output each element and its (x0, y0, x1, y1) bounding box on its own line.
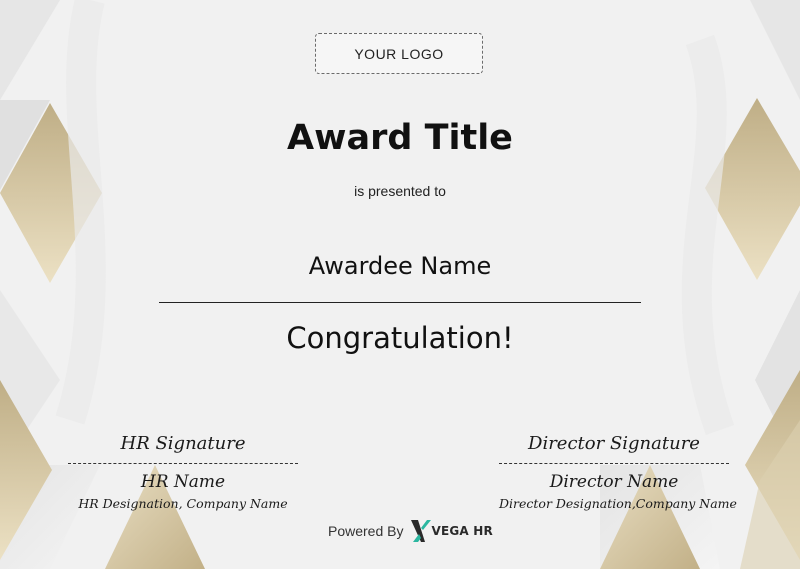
director-signature-label: Director Signature (528, 433, 700, 454)
director-signature-line (499, 463, 729, 464)
award-title: Award Title (287, 118, 513, 158)
presented-to-text: is presented to (354, 183, 446, 199)
powered-by-footer[interactable]: Powered By VEGA HR (328, 518, 493, 544)
certificate: YOUR LOGO Award Title is presented to Aw… (0, 0, 800, 569)
awardee-name: Awardee Name (308, 252, 492, 280)
director-signature-block: Director Signature Director Name Directo… (499, 433, 737, 511)
awardee-underline (159, 302, 641, 303)
hr-signature-line (68, 463, 298, 464)
hr-designation: HR Designation, Company Name (78, 496, 288, 511)
grey-panel (750, 0, 800, 100)
congratulation-text: Congratulation! (286, 321, 514, 355)
vega-hr-wordmark: VEGA HR (431, 524, 493, 538)
vega-hr-logo[interactable]: VEGA HR (409, 518, 493, 544)
director-name: Director Name (549, 472, 679, 492)
director-designation: Director Designation,Company Name (499, 496, 737, 511)
logo-placeholder: YOUR LOGO (315, 33, 483, 74)
decorative-curve (681, 34, 735, 435)
hr-signature-block: HR Signature HR Name HR Designation, Com… (68, 433, 298, 511)
powered-by-text: Powered By (328, 523, 404, 539)
hr-signature-label: HR Signature (120, 433, 246, 454)
hr-name: HR Name (140, 472, 226, 492)
vega-hr-logo-icon (411, 520, 432, 542)
grey-panel (0, 0, 60, 100)
